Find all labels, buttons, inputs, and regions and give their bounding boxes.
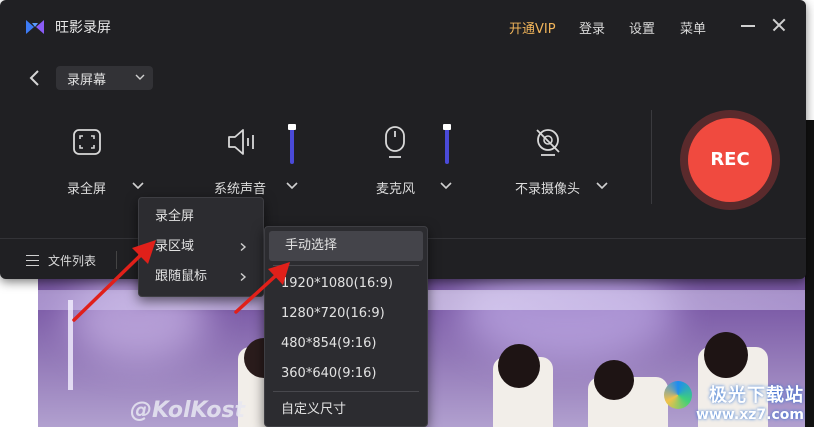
dancer-head	[704, 332, 748, 378]
file-list-button[interactable]: 文件列表	[26, 252, 96, 269]
light-pole	[68, 300, 73, 390]
login-link[interactable]: 登录	[579, 18, 605, 37]
dancer-head	[498, 344, 540, 388]
title-bar: 旺影录屏 开通VIP 登录 设置 菜单	[0, 0, 806, 52]
record-mode-select[interactable]: 录屏幕	[56, 66, 153, 90]
menu-item-label: 录全屏	[155, 209, 195, 224]
vip-link[interactable]: 开通VIP	[509, 18, 556, 37]
menu-separator	[273, 391, 419, 392]
chevron-down-icon[interactable]	[131, 181, 145, 191]
bottom-bar-separator	[116, 251, 117, 269]
app-logo-icon	[26, 20, 44, 34]
microphone-volume-knob[interactable]	[443, 124, 451, 130]
system-volume-knob[interactable]	[288, 124, 296, 130]
camera-off-icon	[536, 129, 560, 156]
site-watermark: 极光下载站 www.xz7.com	[664, 381, 804, 423]
screenshot-stage: @KolKost f 极光下载站 www.xz7.com 旺影录屏 开通VIP …	[0, 0, 814, 427]
region-size-submenu: 手动选择 1920*1080(16:9) 1280*720(16:9) 480*…	[264, 226, 428, 427]
system-sound-label: 系统声音	[214, 182, 267, 197]
microphone-label: 麦克风	[376, 182, 416, 197]
submenu-item-label: 480*854(9:16)	[281, 336, 377, 351]
rec-button[interactable]: REC	[688, 118, 772, 202]
submenu-item-label: 手动选择	[285, 238, 338, 253]
system-volume-slider[interactable]	[290, 126, 294, 164]
menu-item-label: 跟随鼠标	[155, 269, 208, 284]
file-list-label: 文件列表	[48, 254, 97, 268]
chevron-down-icon[interactable]	[439, 181, 453, 191]
submenu-item-label: 自定义尺寸	[281, 402, 347, 417]
submenu-item-1280x720[interactable]: 1280*720(16:9)	[265, 299, 427, 329]
microphone-volume-slider[interactable]	[445, 126, 449, 164]
chevron-right-icon	[240, 273, 247, 281]
record-mode-value: 录屏幕	[67, 73, 107, 88]
chevron-down-icon	[135, 74, 145, 80]
speaker-icon	[228, 129, 254, 155]
submenu-item-label: 1920*1080(16:9)	[281, 276, 394, 291]
background-edge-strip	[805, 120, 814, 427]
site-watermark-name: 极光下载站	[709, 385, 804, 406]
close-button[interactable]	[768, 14, 790, 36]
menu-item-region[interactable]: 录区域	[139, 232, 263, 262]
submenu-item-label: 1280*720(16:9)	[281, 306, 385, 321]
settings-link[interactable]: 设置	[629, 18, 655, 37]
submenu-item-1920x1080[interactable]: 1920*1080(16:9)	[265, 269, 427, 299]
controls-divider	[651, 110, 652, 204]
menu-link[interactable]: 菜单	[680, 18, 706, 37]
site-watermark-url: www.xz7.com	[696, 407, 804, 423]
record-area-menu: 录全屏 录区域 跟随鼠标	[138, 197, 264, 297]
camera-label: 不录摄像头	[515, 182, 581, 197]
chevron-down-icon[interactable]	[595, 181, 609, 191]
menu-item-fullscreen[interactable]: 录全屏	[139, 202, 263, 232]
submenu-item-custom-size[interactable]: 自定义尺寸	[265, 395, 427, 425]
chevron-down-icon[interactable]	[285, 181, 299, 191]
submenu-item-360x640[interactable]: 360*640(9:16)	[265, 359, 427, 389]
app-title: 旺影录屏	[55, 20, 111, 36]
microphone-icon	[385, 126, 405, 158]
menu-item-follow-mouse[interactable]: 跟随鼠标	[139, 262, 263, 292]
list-icon	[26, 255, 39, 266]
minimize-button[interactable]	[737, 14, 759, 36]
site-logo-icon	[664, 381, 693, 409]
menu-item-label: 录区域	[155, 239, 195, 254]
dancer-head	[594, 360, 634, 400]
fullscreen-icon	[73, 129, 101, 155]
chevron-right-icon	[240, 243, 247, 251]
back-arrow-icon[interactable]	[26, 67, 44, 89]
submenu-item-label: 360*640(9:16)	[281, 366, 377, 381]
submenu-item-manual-select[interactable]: 手动选择	[269, 231, 423, 261]
fullscreen-label: 录全屏	[67, 182, 107, 197]
menu-separator	[273, 265, 419, 266]
submenu-item-480x854[interactable]: 480*854(9:16)	[265, 329, 427, 359]
video-watermark: @KolKost	[130, 398, 246, 423]
